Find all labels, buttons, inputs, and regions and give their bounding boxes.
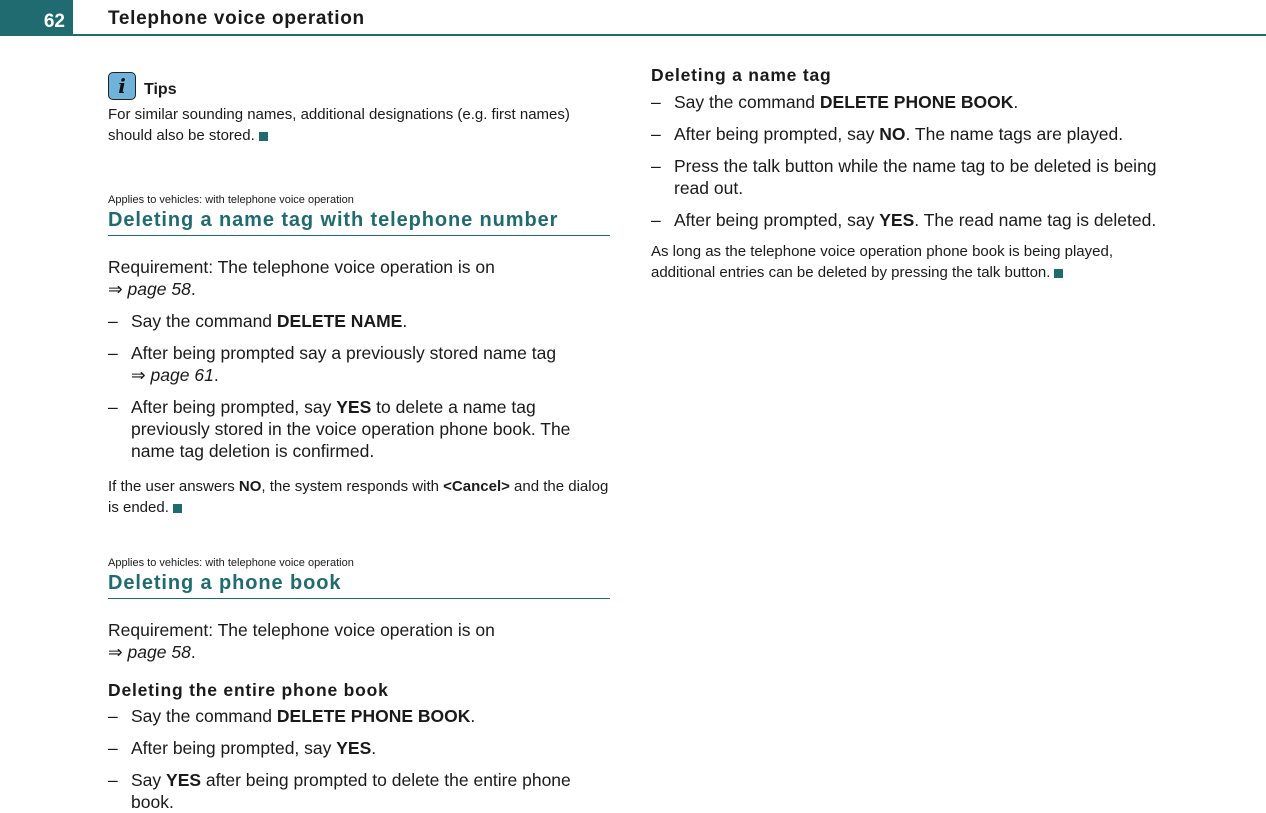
requirement: Requirement: The telephone voice operati… bbox=[108, 257, 495, 299]
tips-text: For similar sounding names, additional d… bbox=[108, 106, 570, 144]
header-rule bbox=[73, 34, 1266, 36]
list-item: – After being prompted say a previously s… bbox=[108, 343, 557, 385]
talk-button-note: As long as the telephone voice operation… bbox=[651, 243, 1114, 281]
tips-label: Tips bbox=[144, 81, 177, 98]
info-icon: i bbox=[108, 72, 136, 100]
right-column: Deleting a name tag – Say the command DEL… bbox=[651, 64, 1161, 283]
list-item: – After being prompted, say NO. The name … bbox=[651, 124, 1124, 144]
list-item: – After being prompted, say YES. bbox=[108, 738, 377, 758]
list-item: – Say the command DELETE NAME. bbox=[108, 311, 408, 331]
page-number: 62 bbox=[0, 0, 73, 36]
tips-heading: i Tips bbox=[108, 70, 610, 102]
end-of-section-icon bbox=[258, 132, 268, 141]
section-title: Deleting a phone book bbox=[108, 570, 610, 599]
list-item: – After being prompted, say YES to delete… bbox=[108, 397, 571, 461]
end-of-section-icon bbox=[1054, 269, 1064, 278]
left-column: i Tips For similar sounding names, addit… bbox=[108, 70, 610, 813]
page-link[interactable]: page 58 bbox=[128, 642, 191, 662]
requirement: Requirement: The telephone voice operati… bbox=[108, 620, 495, 662]
section-title: Deleting a name tag with telephone numbe… bbox=[108, 207, 610, 236]
end-of-section-icon bbox=[172, 504, 182, 513]
list-item: – Say the command DELETE PHONE BOOK. bbox=[651, 92, 1019, 112]
list-item: – Say YES after being prompted to delete … bbox=[108, 770, 571, 812]
page-header-title: Telephone voice operation bbox=[108, 8, 365, 29]
applies-note: Applies to vehicles: with telephone voic… bbox=[108, 194, 354, 206]
page-link[interactable]: page 58 bbox=[128, 279, 191, 299]
applies-note: Applies to vehicles: with telephone voic… bbox=[108, 557, 354, 569]
list-item: – Press the talk button while the name ta… bbox=[651, 156, 1157, 198]
list-item: – After being prompted, say YES. The read… bbox=[651, 210, 1157, 230]
subsection-title: Deleting a name tag bbox=[651, 65, 832, 85]
page-link[interactable]: page 61 bbox=[151, 365, 214, 385]
list-item: – Say the command DELETE PHONE BOOK. bbox=[108, 706, 476, 726]
subsection-title: Deleting the entire phone book bbox=[108, 680, 389, 700]
cancel-note: If the user answers NO, the system respo… bbox=[108, 478, 609, 516]
